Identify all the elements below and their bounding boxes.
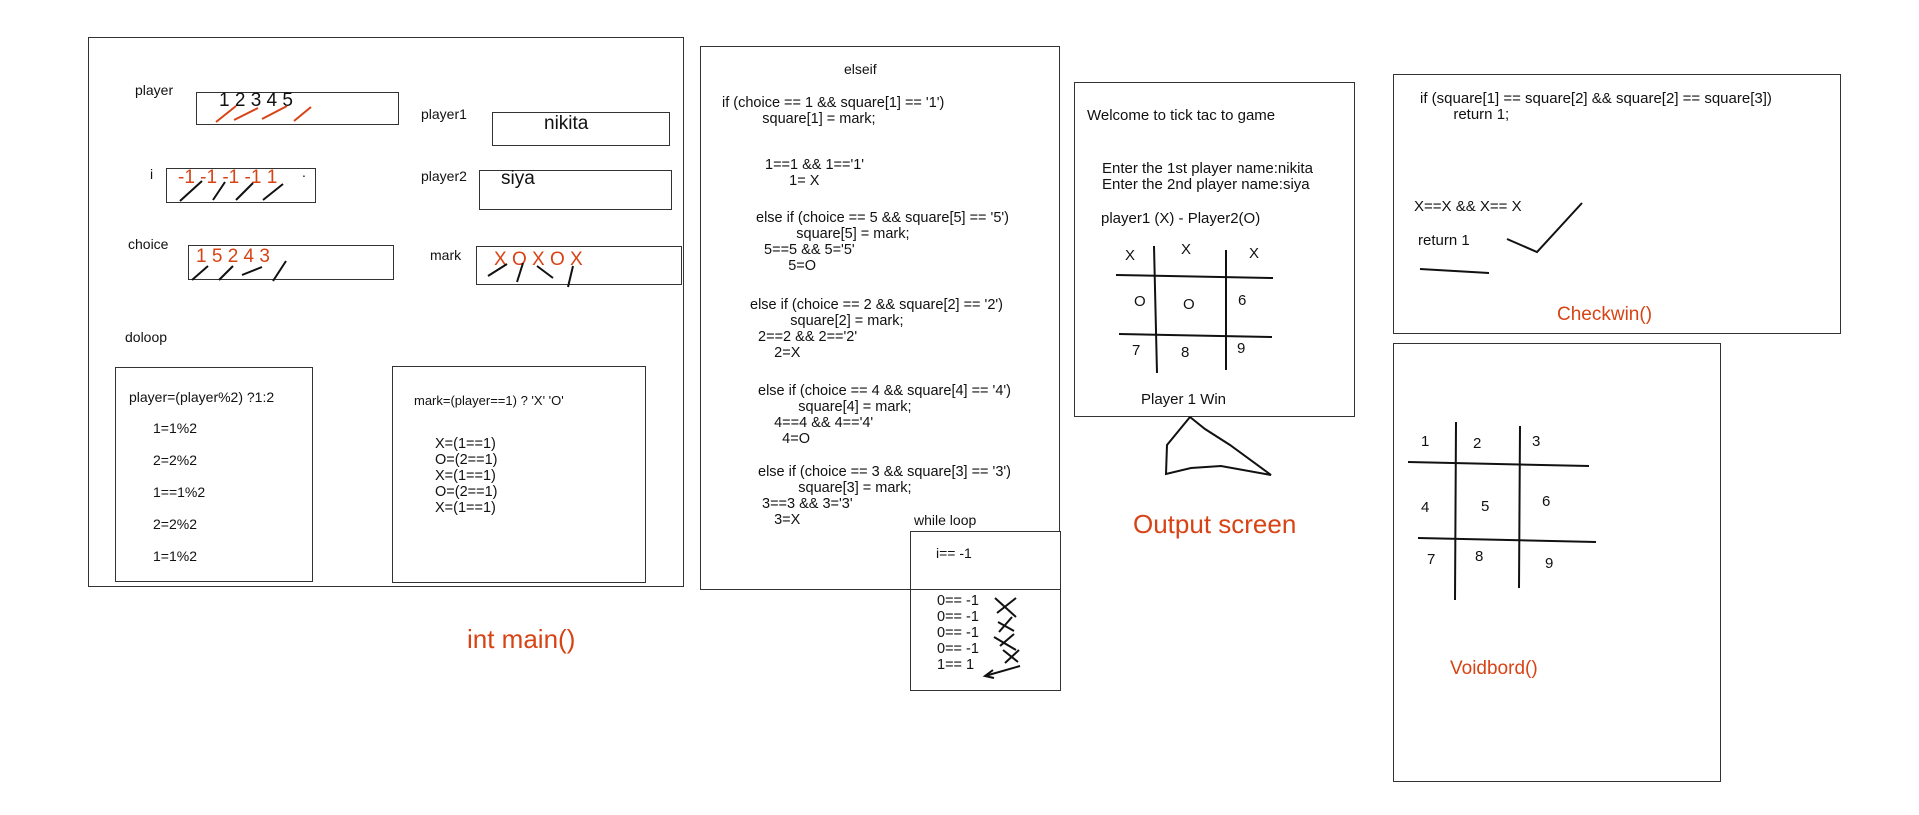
board-cell: 9 — [1545, 555, 1554, 572]
output-grid-cell: X — [1249, 245, 1260, 262]
output-grid-cell: O — [1183, 296, 1195, 313]
elseif-block: else if (choice == 4 && square[4] == '4'… — [758, 383, 1011, 447]
player-values: 1 2 3 4 5 — [219, 90, 293, 111]
output-grid-cell: 9 — [1237, 340, 1246, 357]
main-title: int main() — [467, 624, 576, 654]
board-cell: 8 — [1475, 548, 1484, 565]
output-header: player1 (X) - Player2(O) — [1101, 210, 1261, 227]
elseif-block: 1==1 && 1=='1' 1= X — [765, 157, 865, 189]
checkwin-caption: Checkwin() — [1557, 304, 1653, 325]
player-formula-line: 1=1%2 — [153, 548, 197, 564]
checkwin-return: return 1 — [1418, 232, 1470, 249]
output-result: Player 1 Win — [1141, 391, 1227, 408]
output-screen-caption: Output screen — [1133, 509, 1297, 539]
while-loop-label: while loop — [914, 512, 977, 528]
player-formula-line: 2=2%2 — [153, 452, 197, 468]
player-formula: player=(player%2) ?1:2 — [129, 389, 275, 405]
player-label: player — [135, 82, 174, 98]
board-cell: 1 — [1421, 433, 1430, 450]
output-grid-cell: 7 — [1132, 342, 1141, 359]
output-prompts: Enter the 1st player name:nikita Enter t… — [1102, 160, 1313, 193]
elseif-block: else if (choice == 2 && square[2] == '2'… — [750, 297, 1003, 361]
output-screen-frame — [1074, 82, 1355, 417]
player1-label: player1 — [421, 106, 467, 122]
output-grid-cell: 8 — [1181, 344, 1190, 361]
checkwin-compare: X==X && X== X — [1414, 198, 1522, 215]
elseif-title: elseif — [844, 61, 877, 77]
player-formula-line: 2=2%2 — [153, 516, 197, 532]
board-frame — [1393, 343, 1721, 782]
player-formula-line: 1==1%2 — [153, 484, 206, 500]
player2-value: siya — [501, 168, 535, 189]
checkwin-code: if (square[1] == square[2] && square[2] … — [1420, 90, 1772, 123]
while-loop-condition: i== -1 — [936, 545, 972, 561]
board-cell: 2 — [1473, 435, 1482, 452]
i-values: -1 -1 -1 -1 1 — [178, 167, 278, 188]
doloop-label: doloop — [125, 329, 168, 345]
player2-label: player2 — [421, 168, 467, 184]
output-grid-cell: O — [1134, 293, 1146, 310]
player1-value: nikita — [544, 113, 589, 134]
mark-formula-lines: X=(1==1) O=(2==1) X=(1==1) O=(2==1) X=(1… — [435, 436, 498, 516]
mark-values: X O X O X — [494, 249, 583, 270]
board-cell: 6 — [1542, 493, 1551, 510]
choice-values: 1 5 2 4 3 — [196, 246, 270, 267]
output-welcome: Welcome to tick tac to game — [1087, 107, 1276, 124]
output-pointer-shape — [1164, 416, 1272, 476]
elseif-block: else if (choice == 5 && square[5] == '5'… — [756, 210, 1009, 274]
output-grid-cell: X — [1181, 241, 1192, 258]
mark-label: mark — [430, 247, 462, 263]
board-caption: Voidbord() — [1450, 658, 1538, 679]
i-dot: . — [302, 164, 306, 180]
elseif-block: if (choice == 1 && square[1] == '1') squ… — [722, 95, 945, 127]
i-label: i — [150, 166, 154, 182]
output-grid-cell: X — [1125, 247, 1136, 264]
while-loop-lines: 0== -1 0== -1 0== -1 0== -1 1== 1 — [937, 593, 979, 673]
board-cell: 7 — [1427, 551, 1436, 568]
output-grid-cell: 6 — [1238, 292, 1247, 309]
choice-label: choice — [128, 236, 169, 252]
mark-formula: mark=(player==1) ? 'X' 'O' — [414, 393, 564, 408]
player-formula-line: 1=1%2 — [153, 420, 197, 436]
board-cell: 3 — [1532, 433, 1541, 450]
board-cell: 5 — [1481, 498, 1490, 515]
board-cell: 4 — [1421, 499, 1430, 516]
while-loop-condition-box — [910, 531, 1061, 590]
